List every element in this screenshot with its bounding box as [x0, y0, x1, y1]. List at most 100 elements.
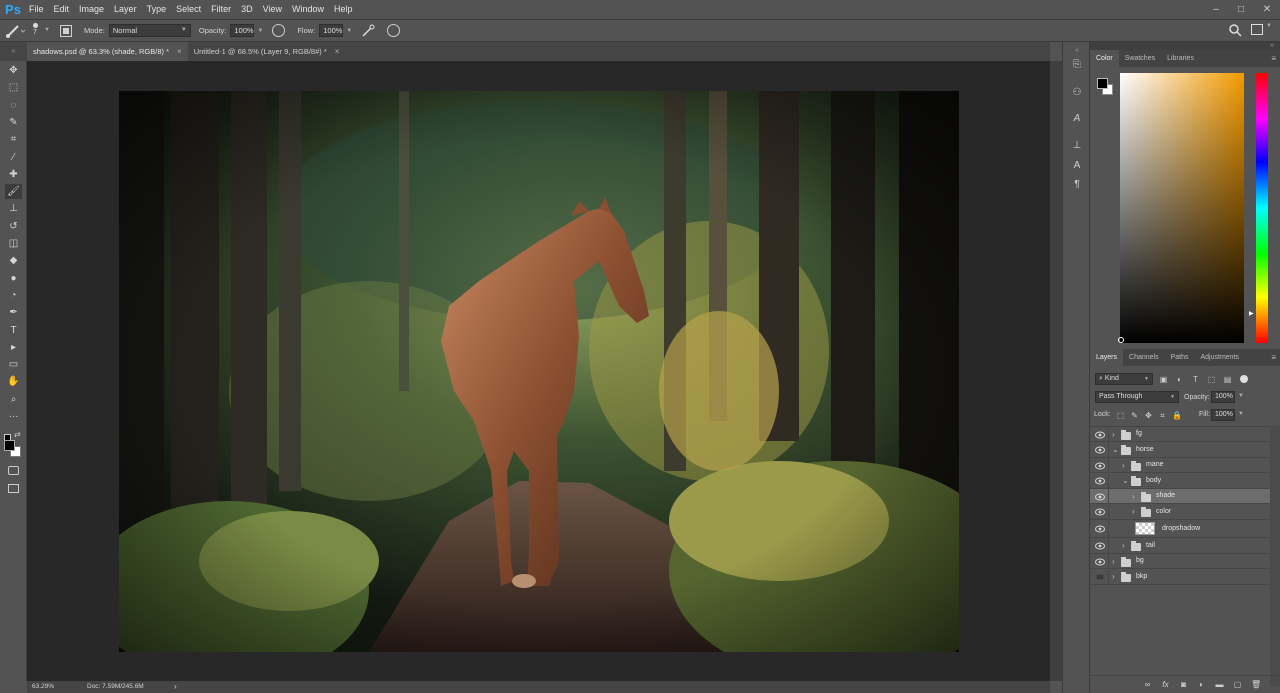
layers-scrollbar[interactable] [1270, 426, 1280, 686]
history-brush-tool-icon[interactable]: ↺ [5, 219, 22, 234]
close-window-button[interactable]: ✕ [1254, 0, 1280, 19]
menu-select[interactable]: Select [171, 0, 206, 19]
brush-tool-icon[interactable]: 🖌 [5, 184, 22, 200]
layer-opacity-input[interactable]: 100% [1211, 391, 1235, 403]
visibility-eye-icon[interactable] [1095, 558, 1105, 566]
new-group-icon[interactable]: ▬ [1215, 680, 1224, 689]
quick-select-tool-icon[interactable]: ✎ [5, 115, 22, 130]
menu-filter[interactable]: Filter [206, 0, 236, 19]
add-mask-icon[interactable]: ◙ [1179, 680, 1188, 689]
character-style-icon[interactable]: A [1070, 112, 1084, 126]
paint-bucket-tool-icon[interactable]: ◆ [5, 253, 22, 268]
quick-mask-icon[interactable] [5, 463, 22, 478]
group-collapsed-chevron-icon[interactable]: › [1122, 541, 1125, 550]
layers-panel-menu-icon[interactable]: ≡ [1271, 349, 1276, 366]
document-tab-1[interactable]: Untitled-1 @ 68.5% (Layer 9, RGB/8#) * × [188, 42, 346, 61]
panel-collapse-bar[interactable]: » [1090, 42, 1280, 50]
menu-edit[interactable]: Edit [49, 0, 75, 19]
menu-help[interactable]: Help [329, 0, 358, 19]
visibility-eye-icon[interactable] [1095, 477, 1105, 485]
brush-settings-icon[interactable]: ⚇ [1070, 86, 1084, 100]
toolbar-collapse-icon[interactable]: « [0, 42, 27, 61]
group-collapsed-chevron-icon[interactable]: › [1112, 572, 1115, 581]
menu-image[interactable]: Image [74, 0, 109, 19]
shape-tool-icon[interactable]: ▭ [5, 357, 22, 372]
hand-tool-icon[interactable]: ✋ [5, 374, 22, 389]
layer-row-mane[interactable]: › mane [1090, 458, 1270, 473]
layers-panel-tab-paths[interactable]: Paths [1165, 349, 1195, 366]
opacity-input[interactable]: 100% [230, 24, 255, 37]
mode-select[interactable]: Normal ▼ [108, 24, 191, 37]
screen-mode-icon[interactable] [5, 481, 22, 496]
flow-input[interactable]: 100% [319, 24, 344, 37]
swap-colors-icon[interactable]: ⇄ [14, 430, 21, 439]
pen-tool-icon[interactable]: ✒ [5, 305, 22, 320]
flow-dropdown-icon[interactable]: ▼ [346, 28, 352, 34]
lasso-tool-icon[interactable]: ◌ [5, 98, 22, 113]
history-panel-icon[interactable]: ⎘ [1070, 58, 1084, 72]
group-expanded-chevron-icon[interactable]: ⌄ [1122, 476, 1129, 485]
eraser-tool-icon[interactable]: ◫ [5, 236, 22, 251]
menu-file[interactable]: File [24, 0, 49, 19]
eyedropper-tool-icon[interactable]: ⁄ [5, 150, 22, 165]
zoom-tool-icon[interactable]: ⌕ [5, 392, 22, 407]
menu-type[interactable]: Type [142, 0, 172, 19]
menu-layer[interactable]: Layer [109, 0, 142, 19]
delete-layer-icon[interactable]: 🗑 [1251, 680, 1261, 689]
blur-tool-icon[interactable]: ● [5, 271, 22, 286]
color-panel-menu-icon[interactable]: ≡ [1271, 50, 1276, 67]
document-canvas[interactable] [119, 91, 959, 652]
character-panel-icon[interactable]: A [1070, 159, 1084, 173]
move-tool-icon[interactable]: ✥ [5, 63, 22, 78]
layer-opacity-dropdown-icon[interactable]: ▼ [1238, 393, 1244, 399]
type-tool-icon[interactable]: T [5, 323, 22, 338]
collapse-panels-icon[interactable]: « [1070, 44, 1084, 58]
lock-all-icon[interactable]: 🔒 [1172, 411, 1182, 420]
airbrush-icon[interactable] [361, 24, 375, 38]
filter-smart-object-icon[interactable]: ▤ [1223, 375, 1232, 384]
fill-input[interactable]: 100% [1211, 409, 1235, 421]
group-expanded-chevron-icon[interactable]: ⌄ [1112, 445, 1119, 454]
layer-row-color[interactable]: › color [1090, 504, 1270, 520]
layer-row-bkp[interactable]: › bkp [1090, 569, 1270, 585]
layer-style-icon[interactable]: fx [1161, 680, 1170, 689]
new-layer-icon[interactable]: ▢ [1233, 680, 1242, 689]
tool-preset-picker[interactable] [0, 21, 26, 41]
link-layers-icon[interactable]: ∞ [1143, 680, 1152, 689]
more-tools-icon[interactable]: ··· [5, 409, 22, 424]
visibility-eye-icon[interactable] [1095, 446, 1105, 454]
group-collapsed-chevron-icon[interactable]: › [1112, 557, 1115, 566]
pressure-size-icon[interactable] [387, 24, 401, 37]
hue-slider-handle[interactable]: ▶ [1249, 310, 1254, 317]
visibility-hidden-icon[interactable] [1095, 573, 1105, 581]
visibility-eye-icon[interactable] [1095, 508, 1105, 516]
filter-adjustment-icon[interactable]: ◐ [1175, 375, 1184, 384]
color-panel-tab-color[interactable]: Color [1090, 50, 1119, 67]
layer-row-fg[interactable]: › fg [1090, 427, 1270, 442]
foreground-color-swatch[interactable] [4, 440, 15, 451]
group-collapsed-chevron-icon[interactable]: › [1122, 461, 1125, 470]
color-panel-tab-swatches[interactable]: Swatches [1119, 50, 1161, 67]
workspace-icon[interactable] [1251, 24, 1263, 35]
brush-size-picker[interactable]: 7 ▼ [30, 21, 54, 41]
paragraph-panel-icon[interactable]: ¶ [1070, 178, 1084, 192]
close-tab-icon[interactable]: × [177, 42, 182, 61]
lock-position-icon[interactable]: ✥ [1144, 411, 1153, 420]
filter-toggle-icon[interactable] [1240, 375, 1248, 383]
visibility-eye-icon[interactable] [1095, 542, 1105, 550]
close-tab-icon[interactable]: × [335, 42, 340, 61]
lock-artboard-icon[interactable]: ⌗ [1158, 411, 1167, 420]
marquee-tool-icon[interactable]: ⬚ [5, 80, 22, 95]
dodge-tool-icon[interactable]: ◔ [5, 288, 22, 303]
opacity-dropdown-icon[interactable]: ▼ [257, 28, 263, 34]
layer-row-tail[interactable]: › tail [1090, 538, 1270, 554]
maximize-button[interactable]: □ [1228, 0, 1254, 19]
color-picker-field[interactable] [1120, 73, 1244, 343]
blend-mode-select[interactable]: Pass Through ▼ [1095, 391, 1179, 403]
zoom-level[interactable]: 63.29% [32, 683, 54, 690]
pressure-opacity-icon[interactable] [272, 24, 286, 37]
filter-type-icon[interactable]: T [1191, 375, 1200, 384]
menu-3d[interactable]: 3D [236, 0, 258, 19]
menu-view[interactable]: View [258, 0, 287, 19]
healing-brush-tool-icon[interactable]: ✚ [5, 167, 22, 182]
